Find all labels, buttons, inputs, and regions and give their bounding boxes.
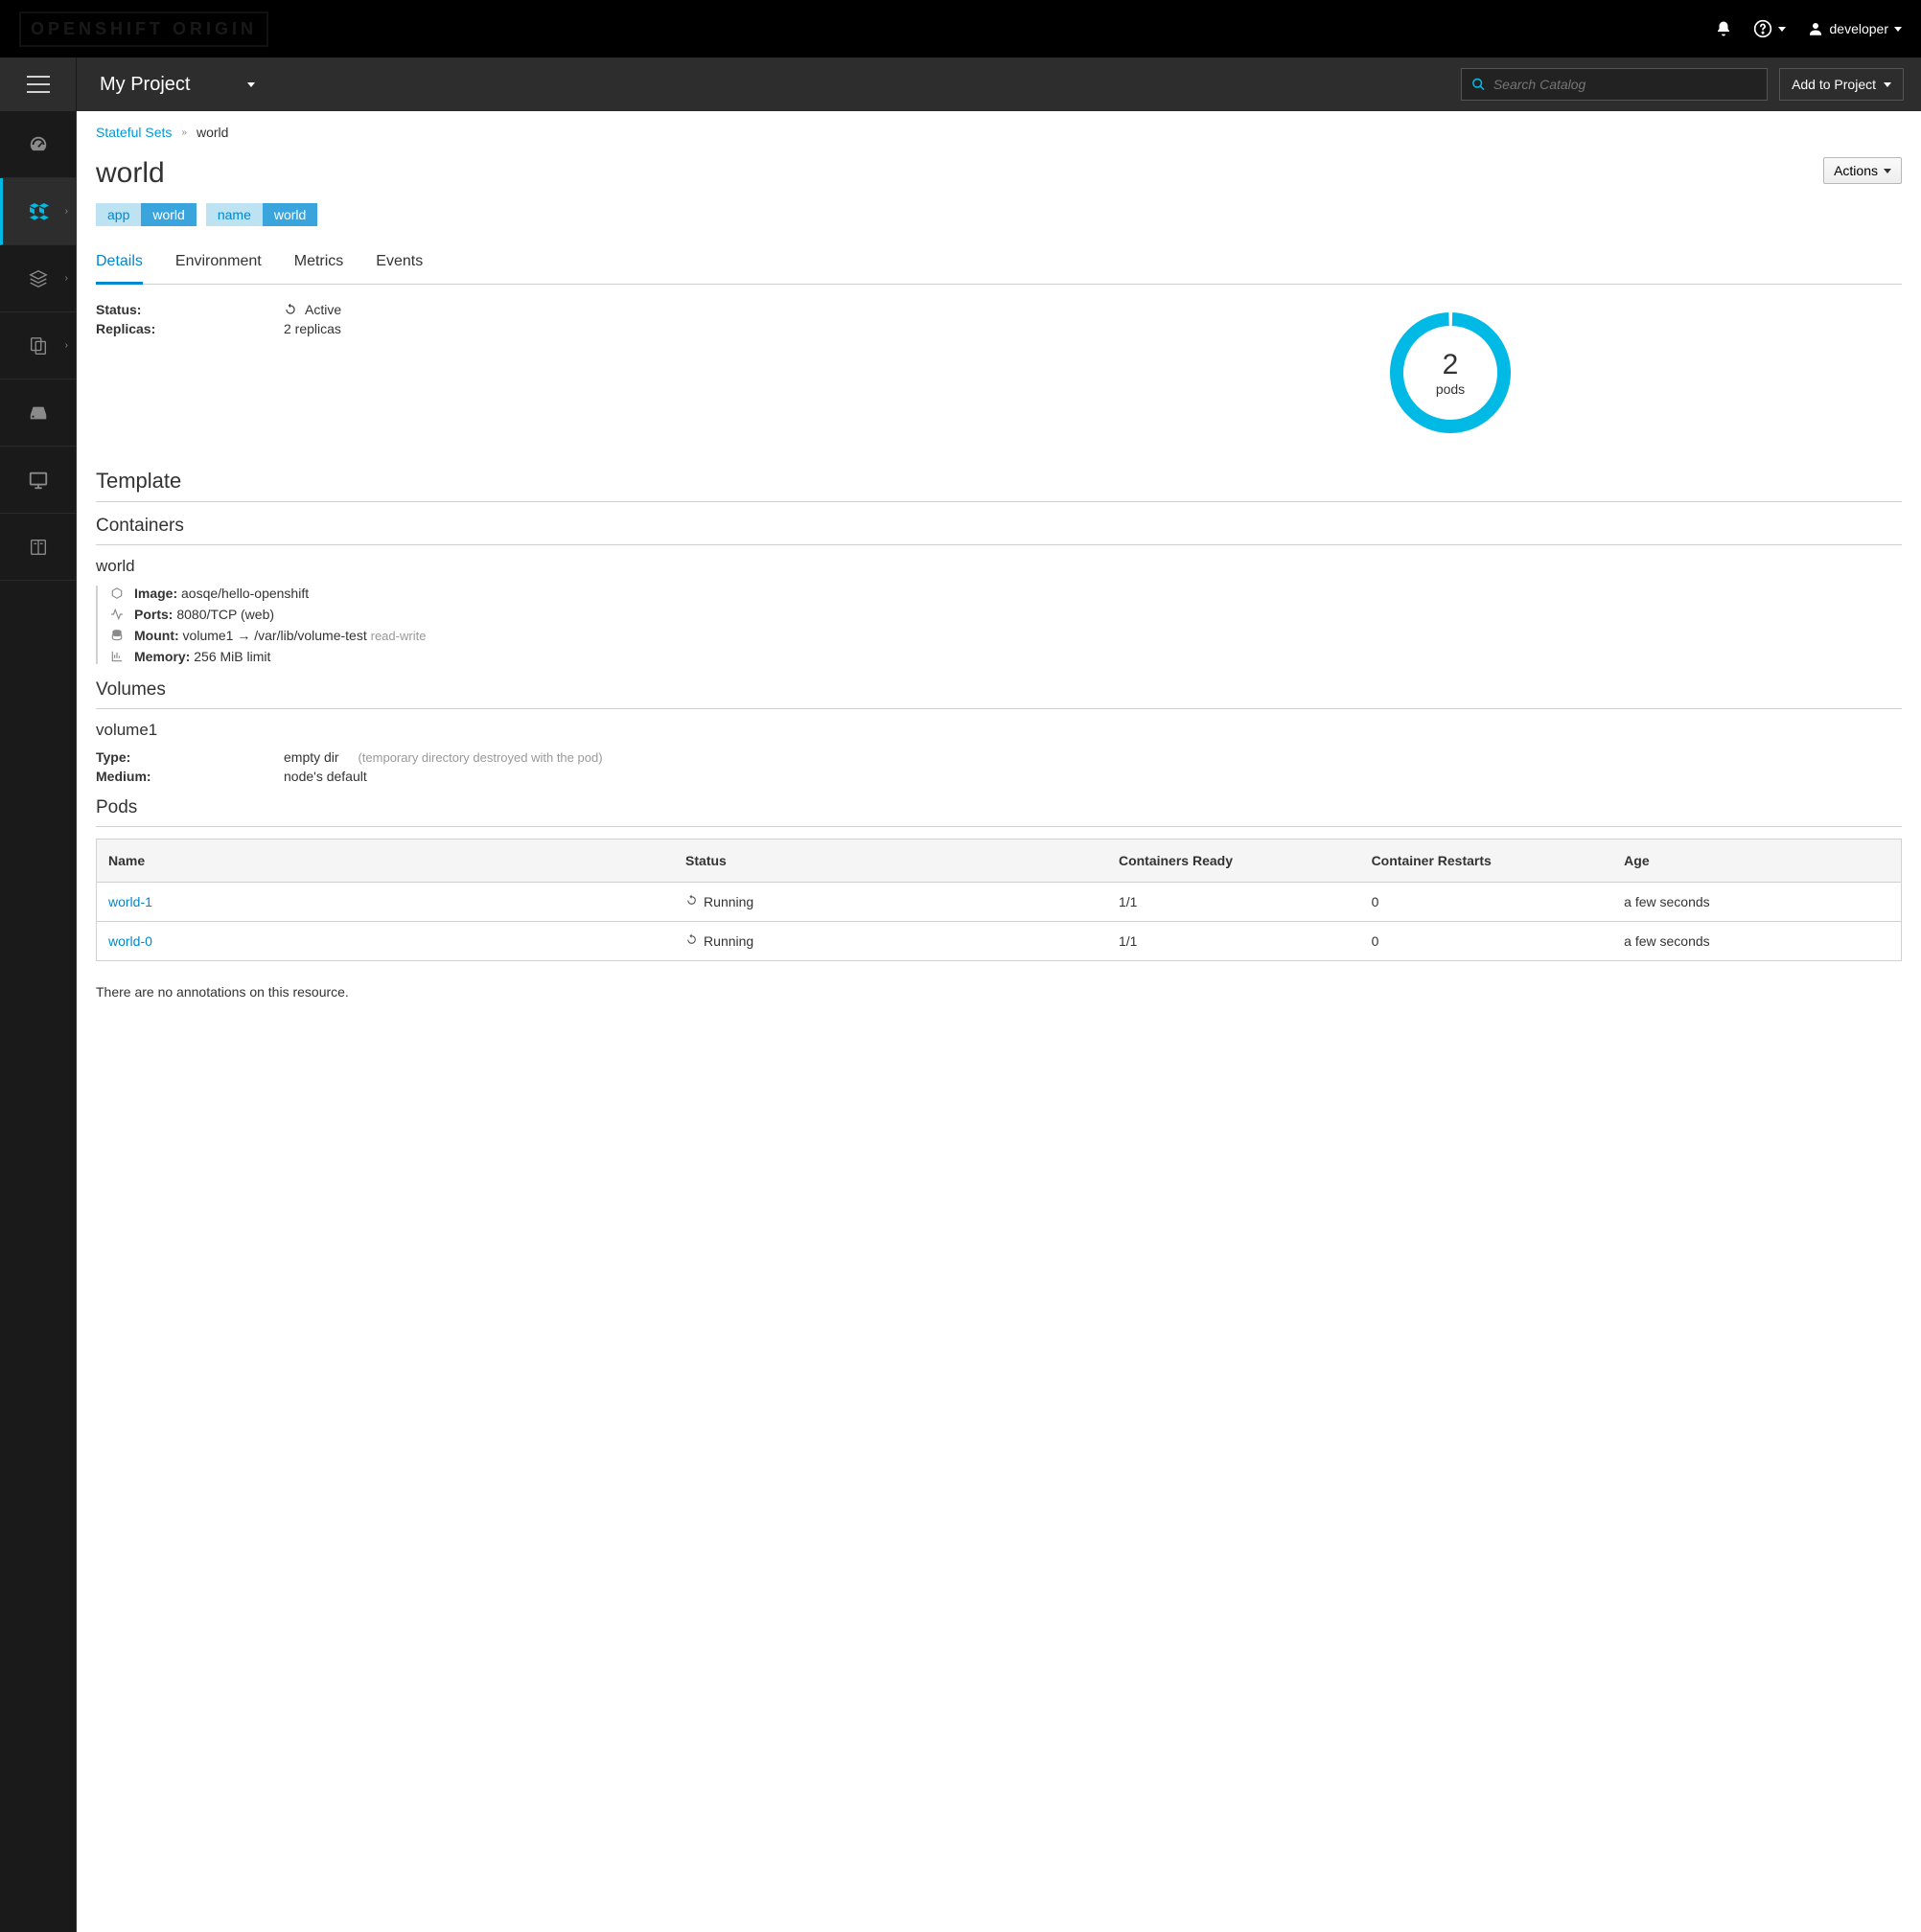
storage-icon <box>28 402 49 424</box>
help-dropdown[interactable] <box>1753 19 1786 38</box>
tab-metrics[interactable]: Metrics <box>294 253 344 284</box>
section-pods: Pods <box>96 797 1902 827</box>
volume-medium-value: node's default <box>284 769 367 784</box>
chevron-right-icon: › <box>65 273 68 284</box>
database-icon <box>109 629 125 642</box>
label-key: app <box>96 203 141 226</box>
status-label: Status: <box>96 302 284 317</box>
col-name[interactable]: Name <box>97 840 675 883</box>
chevron-right-icon: › <box>65 206 68 217</box>
cube-icon <box>109 586 125 600</box>
nav-builds[interactable]: › <box>0 245 76 312</box>
files-icon <box>28 335 49 356</box>
volume-medium-label: Medium: <box>96 769 284 784</box>
labels-row: app world name world <box>96 203 1902 226</box>
table-row: world-0 Running 1/1 0 a few seconds <box>97 922 1902 961</box>
hamburger-icon[interactable] <box>27 76 50 93</box>
project-name-label: My Project <box>100 74 190 96</box>
tabs: Details Environment Metrics Events <box>96 253 1902 285</box>
add-to-project-button[interactable]: Add to Project <box>1779 68 1904 101</box>
chevron-down-icon <box>247 82 255 87</box>
username-label: developer <box>1830 21 1889 36</box>
side-nav: › › › <box>0 111 77 1932</box>
nav-applications[interactable]: › <box>0 178 76 245</box>
user-dropdown[interactable]: developer <box>1807 20 1903 37</box>
tab-environment[interactable]: Environment <box>175 253 262 284</box>
col-age[interactable]: Age <box>1612 840 1901 883</box>
masthead: OPENSHIFT ORIGIN developer <box>0 0 1921 58</box>
breadcrumb: Stateful Sets » world <box>96 125 1902 140</box>
main-content: Stateful Sets » world world Actions app … <box>77 111 1921 1932</box>
spinner-icon <box>685 933 698 946</box>
section-template: Template <box>96 469 1902 502</box>
tab-events[interactable]: Events <box>376 253 423 284</box>
pod-link[interactable]: world-1 <box>108 894 152 909</box>
pulse-icon <box>109 608 125 621</box>
label-value: world <box>141 203 196 226</box>
actions-dropdown-button[interactable]: Actions <box>1823 157 1902 184</box>
replicas-label: Replicas: <box>96 321 284 336</box>
notifications-icon[interactable] <box>1715 20 1732 37</box>
nav-overview[interactable] <box>0 111 76 178</box>
spinner-icon <box>685 894 698 907</box>
cubes-icon <box>28 200 51 223</box>
nav-storage[interactable] <box>0 380 76 447</box>
section-containers: Containers <box>96 516 1902 545</box>
refresh-icon <box>284 303 297 316</box>
nav-monitoring[interactable] <box>0 447 76 514</box>
replicas-value: 2 replicas <box>284 321 341 336</box>
project-selector[interactable]: My Project <box>77 74 278 96</box>
chart-icon <box>109 650 125 663</box>
search-icon <box>1471 77 1486 92</box>
resource-label[interactable]: name world <box>206 203 318 226</box>
dashboard-icon <box>28 134 49 155</box>
status-value: Active <box>305 302 341 317</box>
layers-icon <box>28 268 49 289</box>
label-value: world <box>263 203 317 226</box>
annotations-empty-message: There are no annotations on this resourc… <box>96 984 1902 1000</box>
col-status[interactable]: Status <box>674 840 1107 883</box>
chevron-right-icon: › <box>65 340 68 351</box>
brand-logo: OPENSHIFT ORIGIN <box>19 12 268 47</box>
project-bar: My Project Add to Project <box>0 58 1921 111</box>
breadcrumb-current: world <box>197 125 228 140</box>
breadcrumb-parent-link[interactable]: Stateful Sets <box>96 125 172 140</box>
volume-type-label: Type: <box>96 749 284 765</box>
nav-resources[interactable]: › <box>0 312 76 380</box>
resource-label[interactable]: app world <box>96 203 197 226</box>
pods-donut-chart[interactable]: 2 pods <box>1383 306 1517 440</box>
section-volumes: Volumes <box>96 679 1902 709</box>
label-key: name <box>206 203 263 226</box>
donut-count: 2 <box>1443 349 1459 381</box>
container-name: world <box>96 557 1902 576</box>
donut-label: pods <box>1436 381 1465 397</box>
catalog-search[interactable] <box>1461 68 1768 101</box>
page-title: world <box>96 157 165 190</box>
monitor-icon <box>28 470 49 491</box>
breadcrumb-separator-icon: » <box>181 127 187 138</box>
pod-link[interactable]: world-0 <box>108 933 152 949</box>
pods-table: Name Status Containers Ready Container R… <box>96 839 1902 961</box>
container-details: Image: aosqe/hello-openshift Ports: 8080… <box>96 586 1902 664</box>
volume-name: volume1 <box>96 721 1902 740</box>
nav-catalog[interactable] <box>0 514 76 581</box>
tab-details[interactable]: Details <box>96 253 143 285</box>
catalog-search-input[interactable] <box>1493 77 1757 92</box>
col-ready[interactable]: Containers Ready <box>1107 840 1360 883</box>
table-row: world-1 Running 1/1 0 a few seconds <box>97 883 1902 922</box>
col-restarts[interactable]: Container Restarts <box>1360 840 1613 883</box>
book-icon <box>28 537 49 558</box>
